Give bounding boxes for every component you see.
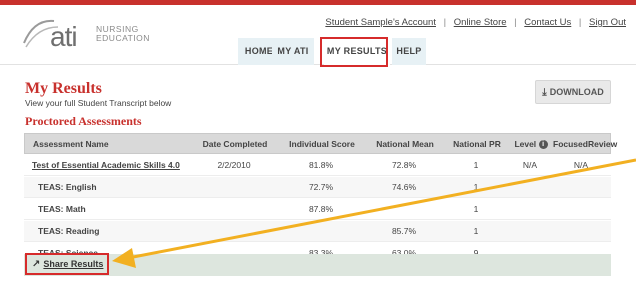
account-links: Student Sample's Account | Online Store … [325, 17, 626, 28]
assessment-link[interactable]: Test of Essential Academic Skills 4.0 [32, 155, 180, 176]
share-bar [24, 254, 611, 276]
pr-cell: 1 [473, 204, 479, 214]
contact-us-link[interactable]: Contact Us [524, 17, 571, 28]
date-cell: 2/2/2010 [217, 160, 251, 170]
col-level: Level i [509, 134, 553, 155]
info-icon[interactable]: i [538, 140, 548, 150]
pr-cell: 1 [473, 226, 479, 236]
col-date-completed: Date Completed [202, 139, 268, 149]
my-results-highlight-box [320, 37, 388, 67]
pr-cell: 1 [473, 182, 479, 192]
logo-tagline: NURSING EDUCATION [96, 24, 150, 43]
col-focused-review: FocusedReview [553, 139, 618, 149]
download-label: DOWNLOAD [549, 87, 604, 97]
section-heading: Proctored Assessments [25, 114, 142, 128]
account-link[interactable]: Student Sample's Account [325, 17, 436, 28]
page-subtitle: View your full Student Transcript below [25, 98, 172, 108]
table-header: Assessment Name Date Completed Individua… [24, 133, 618, 155]
mean-cell: 74.6% [391, 182, 417, 192]
col-level-label: Level [514, 139, 537, 149]
table-row: TEAS: English 72.7% 74.6% 1 [24, 177, 611, 198]
mean-cell: 72.8% [391, 160, 417, 170]
subtest-name: TEAS: Math [38, 204, 86, 214]
tab-my-ati[interactable]: MY ATI [272, 38, 314, 65]
separator: | [443, 17, 447, 28]
logo-word: ati [50, 21, 78, 52]
focused-review-cell: N/A [573, 160, 589, 170]
tab-help[interactable]: HELP [392, 38, 426, 65]
score-cell: 81.8% [308, 160, 334, 170]
download-button[interactable]: ⤓ DOWNLOAD [535, 80, 611, 104]
separator: | [578, 17, 582, 28]
ati-logo[interactable]: ati NURSING EDUCATION [23, 17, 174, 57]
subtest-name: TEAS: English [38, 182, 97, 192]
site-header: ati NURSING EDUCATION Student Sample's A… [0, 5, 636, 65]
mean-cell: 85.7% [391, 226, 417, 236]
col-national-mean: National Mean [376, 139, 434, 149]
col-national-pr: National PR [453, 139, 501, 149]
col-individual-score: Individual Score [289, 139, 355, 149]
level-cell: N/A [522, 160, 538, 170]
pr-cell: 1 [473, 160, 479, 170]
online-store-link[interactable]: Online Store [454, 17, 507, 28]
table-row: TEAS: Math 87.8% 1 [24, 199, 611, 220]
mean-cell [368, 199, 440, 220]
page-title: My Results [25, 80, 102, 97]
score-cell: 87.8% [308, 204, 334, 214]
share-highlight-box [25, 253, 109, 275]
table-row: Test of Essential Academic Skills 4.0 2/… [24, 155, 611, 176]
subtest-name: TEAS: Reading [38, 226, 100, 236]
download-icon: ⤓ [542, 87, 547, 98]
separator: | [514, 17, 517, 28]
score-cell: 72.7% [308, 182, 334, 192]
table-row: TEAS: Reading 85.7% 1 [24, 221, 611, 242]
sign-out-link[interactable]: Sign Out [589, 17, 626, 28]
col-assessment-name: Assessment Name [33, 139, 109, 149]
score-cell [278, 221, 364, 242]
